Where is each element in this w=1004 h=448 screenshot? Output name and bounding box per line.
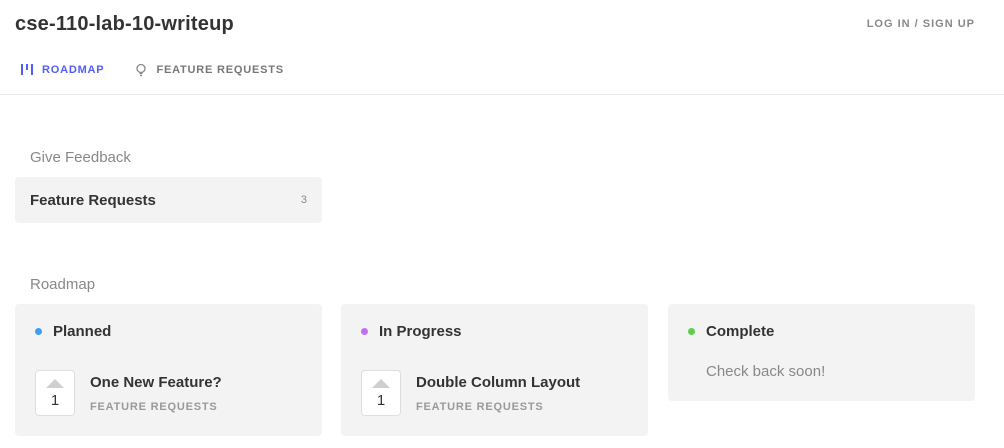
header-divider — [0, 94, 1004, 95]
site-title[interactable]: cse-110-lab-10-writeup — [15, 13, 234, 36]
status-dot — [35, 328, 42, 335]
upvote-arrow-icon — [46, 378, 64, 388]
roadmap-column-complete: Complete Check back soon! — [668, 304, 975, 401]
upvote-arrow-icon — [372, 378, 390, 388]
tab-roadmap-label: ROADMAP — [42, 64, 105, 76]
roadmap-icon — [20, 63, 34, 77]
column-title: In Progress — [379, 323, 462, 340]
roadmap-column-planned: Planned 1 One New Feature? FEATURE REQUE… — [15, 304, 322, 436]
main-nav: ROADMAP FEATURE REQUESTS — [20, 63, 284, 77]
board-name: Feature Requests — [30, 191, 156, 209]
upvote-button[interactable]: 1 — [35, 370, 75, 416]
tab-roadmap[interactable]: ROADMAP — [20, 63, 104, 77]
lightbulb-icon — [134, 63, 148, 77]
column-title: Planned — [53, 323, 112, 340]
column-header-in-progress[interactable]: In Progress — [361, 323, 462, 340]
post-title[interactable]: Double Column Layout — [416, 374, 580, 391]
empty-column-message: Check back soon! — [706, 363, 826, 380]
status-dot — [361, 328, 368, 335]
upvote-button[interactable]: 1 — [361, 370, 401, 416]
roadmap-heading: Roadmap — [30, 276, 96, 293]
roadmap-post[interactable]: 1 Double Column Layout FEATURE REQUESTS — [361, 370, 580, 416]
status-dot — [688, 328, 695, 335]
login-signup-link[interactable]: LOG IN / SIGN UP — [867, 18, 975, 30]
post-title[interactable]: One New Feature? — [90, 374, 222, 391]
tab-feature-requests-label: FEATURE REQUESTS — [156, 64, 284, 76]
roadmap-column-in-progress: In Progress 1 Double Column Layout FEATU… — [341, 304, 648, 436]
roadmap-post[interactable]: 1 One New Feature? FEATURE REQUESTS — [35, 370, 222, 416]
vote-count: 1 — [50, 391, 60, 409]
board-post-count: 3 — [300, 194, 307, 206]
column-header-planned[interactable]: Planned — [35, 323, 111, 340]
column-title: Complete — [706, 323, 775, 340]
post-board-label: FEATURE REQUESTS — [90, 401, 218, 413]
give-feedback-heading: Give Feedback — [30, 149, 131, 166]
column-header-complete[interactable]: Complete — [688, 323, 774, 340]
board-feature-requests[interactable]: Feature Requests 3 — [15, 177, 322, 223]
vote-count: 1 — [376, 391, 386, 409]
tab-feature-requests[interactable]: FEATURE REQUESTS — [134, 63, 284, 77]
post-board-label: FEATURE REQUESTS — [416, 401, 544, 413]
